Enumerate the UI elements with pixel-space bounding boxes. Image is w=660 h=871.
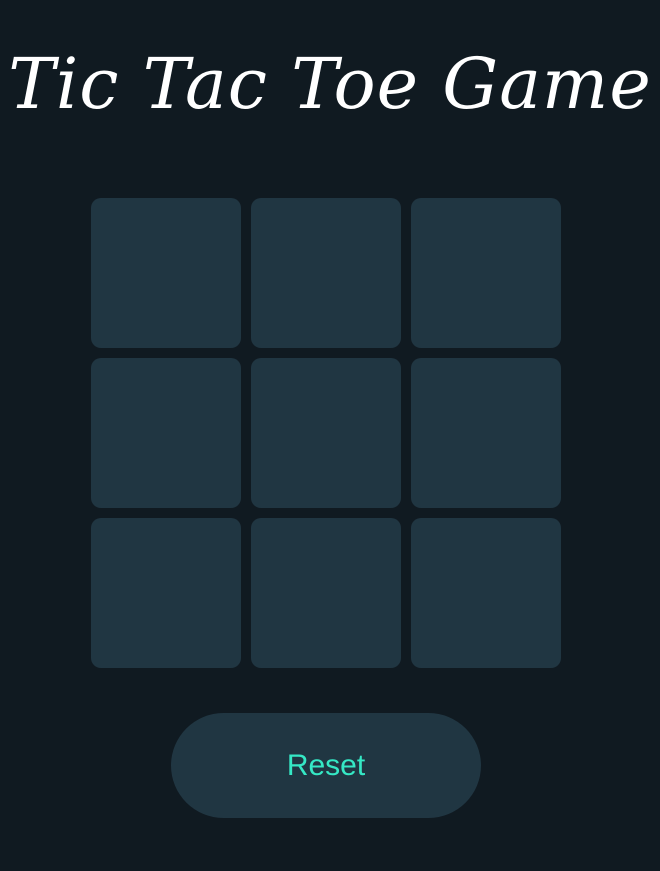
game-board (91, 198, 561, 668)
board-cell-3[interactable] (411, 198, 561, 348)
board-cell-2[interactable] (251, 198, 401, 348)
board-cell-9[interactable] (411, 518, 561, 668)
board-cell-7[interactable] (91, 518, 241, 668)
board-cell-5[interactable] (251, 358, 401, 508)
board-cell-4[interactable] (91, 358, 241, 508)
game-title: Tic Tac Toe Game (8, 43, 652, 125)
reset-button[interactable]: Reset (171, 713, 481, 818)
board-cell-6[interactable] (411, 358, 561, 508)
board-cell-8[interactable] (251, 518, 401, 668)
board-cell-1[interactable] (91, 198, 241, 348)
